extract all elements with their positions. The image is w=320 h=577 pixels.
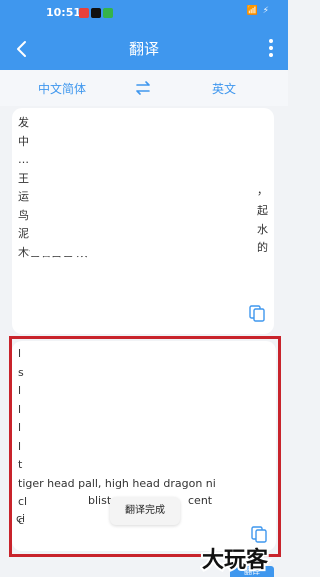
target-language-button[interactable]: 英文 bbox=[212, 80, 236, 97]
page-title: 翻译 bbox=[128, 40, 159, 58]
swap-arrows-icon[interactable] bbox=[134, 80, 152, 96]
redaction-mask bbox=[32, 491, 84, 523]
toast-message: 翻译完成 bbox=[110, 497, 180, 525]
watermark-logo: 大玩客 大玩客 bbox=[200, 545, 271, 573]
status-bar: 10:51 📶 ⚡ bbox=[0, 0, 288, 28]
language-selector-row: 中文简体 英文 bbox=[0, 70, 288, 106]
redaction-mask bbox=[32, 351, 266, 476]
translation-fragment: blist bbox=[88, 494, 112, 507]
green-app-icon bbox=[103, 8, 113, 18]
copy-icon[interactable] bbox=[248, 304, 266, 322]
status-app-icons bbox=[79, 8, 113, 18]
source-fragment: ， bbox=[257, 184, 268, 197]
copy-icon[interactable] bbox=[250, 525, 268, 543]
svg-text:大玩客: 大玩客 bbox=[202, 547, 269, 573]
source-text-card[interactable]: 发… 中 … 王 运 鸟 泥 木色右苗色 双 ， 起 水 的 bbox=[12, 108, 274, 334]
status-indicators: 📶 ⚡ bbox=[246, 6, 270, 16]
redaction-mask bbox=[30, 124, 256, 256]
source-fragment: 起 bbox=[257, 204, 268, 217]
more-vertical-icon[interactable] bbox=[268, 39, 274, 59]
app-bar: 翻译 bbox=[0, 28, 288, 70]
translation-fragment: ci bbox=[16, 512, 26, 525]
status-time: 10:51 bbox=[46, 6, 82, 19]
source-language-button[interactable]: 中文简体 bbox=[38, 80, 86, 97]
translation-fragment: cent bbox=[188, 494, 213, 507]
tiktok-icon bbox=[91, 8, 101, 18]
source-fragment: 水 bbox=[257, 223, 268, 236]
red-app-icon bbox=[79, 8, 89, 18]
source-fragment: 的 bbox=[257, 241, 268, 254]
